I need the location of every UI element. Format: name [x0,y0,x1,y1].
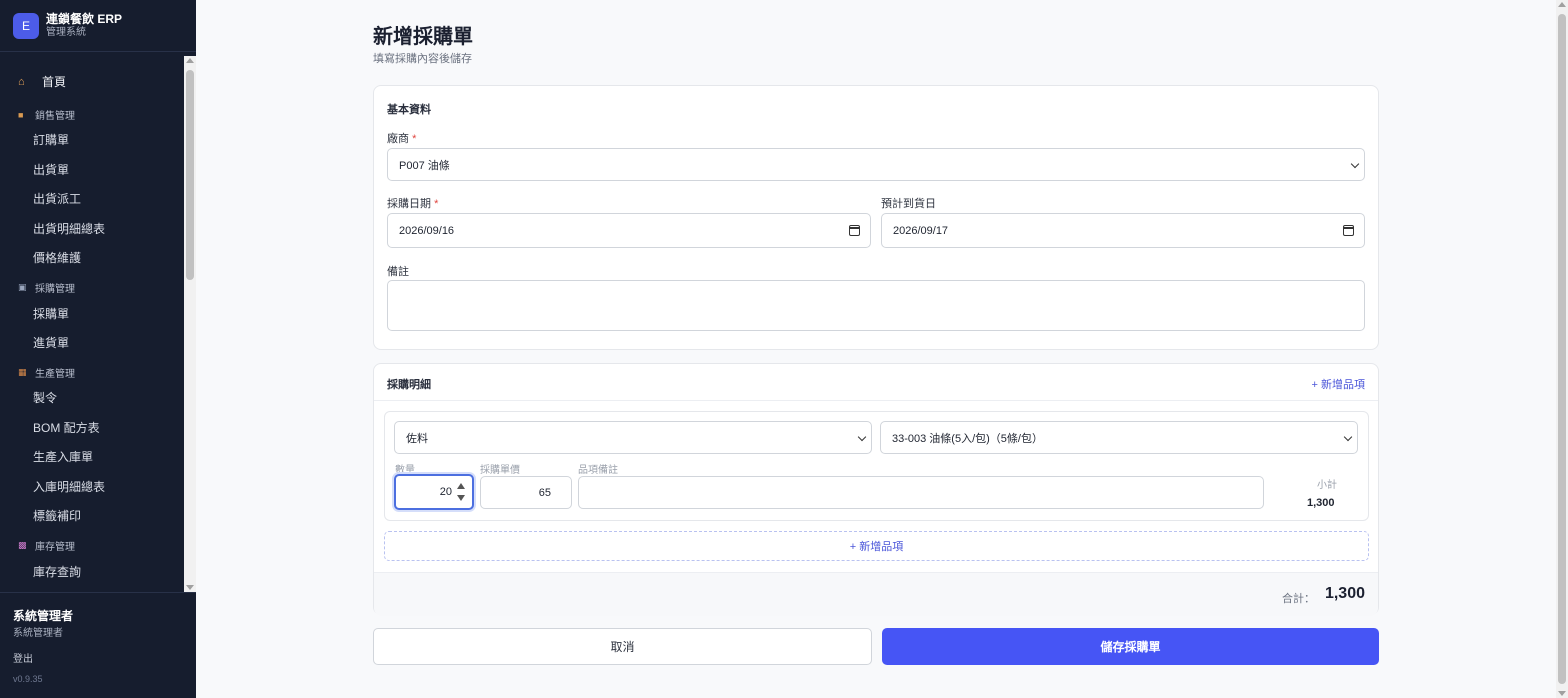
sidebar-item-bom[interactable]: BOM 配方表 [33,419,100,436]
brand-logo: E [13,12,39,39]
main-content: 新增採購單 填寫採購內容後儲存 基本資料 廠商 * P007 油條 採購日期 *… [196,0,1556,698]
detail-header: 採購明細 + 新增品項 [374,364,1378,401]
note-label: 備註 [387,266,409,278]
chevron-down-icon [1350,159,1360,168]
unit-price-label: 採購單價 [480,465,520,476]
sidebar-item-label-reprint[interactable]: 標籤補印 [33,507,81,524]
page-scrollbar[interactable] [1556,0,1568,698]
stepper-arrows-icon[interactable] [457,483,465,501]
sidebar-item-work-orders[interactable]: 製令 [33,389,57,406]
scroll-up-icon[interactable] [186,58,194,63]
sidebar-item-purchase-orders[interactable]: 採購單 [33,305,69,322]
app-subtitle: 管理系統 [46,27,86,38]
sidebar-item-home[interactable]: ⌂ 首頁 [18,73,66,90]
sidebar-item-shipments[interactable]: 出貨單 [33,161,69,178]
save-purchase-order-button[interactable]: 儲存採購單 [882,628,1379,665]
eta-date-input[interactable]: 2026/09/17 [881,213,1365,248]
sidebar-item-inventory-query[interactable]: 庫存查詢 [33,563,81,580]
unit-price-value: 65 [538,486,551,499]
purchase-date-label-text: 採購日期 [387,198,431,210]
eta-date-value: 2026/09/17 [893,224,949,237]
scroll-up-icon[interactable] [1558,2,1566,7]
sidebar-item-label: 首頁 [42,75,67,89]
sidebar-item-orders[interactable]: 訂購單 [33,131,69,148]
scrollbar-thumb[interactable] [1558,14,1566,684]
cart-icon: ▣ [18,282,27,292]
sidebar: E 連鎖餐飲 ERP 管理系統 ⌂ 首頁 ■ 銷售管理 訂購單 出貨單 出貨派工… [0,0,196,698]
total-bar: 合計： 1,300 [374,572,1378,616]
nav-group-label: 銷售管理 [35,111,75,122]
add-item-button[interactable]: + 新增品項 [384,531,1369,561]
nav-group-purchase: ▣ 採購管理 [18,280,75,295]
sidebar-item-shipment-summary[interactable]: 出貨明細總表 [33,220,105,237]
nav-group-production: ▦ 生產管理 [18,365,75,380]
basic-info-title: 基本資料 [387,104,431,116]
sidebar-item-receiving[interactable]: 進貨單 [33,334,69,351]
home-icon: ⌂ [18,75,25,88]
item-note-input[interactable] [578,476,1264,509]
calendar-icon[interactable] [849,224,860,236]
subtotal-value: 1,300 [1307,497,1335,509]
chevron-down-icon [857,432,867,441]
quantity-value: 20 [439,486,452,498]
page-title: 新增採購單 [373,26,473,48]
vendor-label-text: 廠商 [387,133,409,145]
line-item: 佐料 33-003 油條(5入/包)（5條/包） 數量 20 採購單價 65 品… [384,411,1369,521]
user-panel: 系統管理者 系統管理者 登出 v0.9.35 [0,592,196,698]
purchase-date-label: 採購日期 * [387,195,438,211]
box-icon: ■ [18,109,24,120]
purchase-detail-card: 採購明細 + 新增品項 佐料 33-003 油條(5入/包)（5條/包） 數量 … [373,363,1379,616]
logout-link[interactable]: 登出 [13,650,33,665]
total-label: 合計： [1282,593,1315,605]
required-mark: * [412,133,417,145]
category-select-value: 佐料 [406,432,428,445]
scrollbar-thumb[interactable] [186,70,194,280]
add-item-link[interactable]: + 新增品項 [1312,376,1365,392]
nav-group-sales: ■ 銷售管理 [18,107,75,123]
basic-info-card: 基本資料 廠商 * P007 油條 採購日期 * 2026/09/16 預計到貨… [373,85,1379,350]
app-version: v0.9.35 [13,674,43,684]
sidebar-item-production-receipt[interactable]: 生產入庫單 [33,448,93,465]
cancel-button[interactable]: 取消 [373,628,872,665]
sidebar-item-dispatch[interactable]: 出貨派工 [33,190,81,207]
vendor-select-value: P007 油條 [399,159,450,172]
factory-icon: ▦ [18,367,27,377]
nav-group-inventory: ▩ 庫存管理 [18,538,75,553]
eta-label: 預計到貨日 [881,198,936,210]
category-select[interactable]: 佐料 [394,421,872,454]
scroll-down-icon[interactable] [1558,691,1566,696]
chevron-down-icon [1343,432,1353,441]
nav-group-label: 庫存管理 [35,542,75,553]
brand: E 連鎖餐飲 ERP 管理系統 [0,0,196,52]
scroll-down-icon[interactable] [186,585,194,590]
quantity-stepper[interactable]: 20 [394,474,474,510]
sidebar-scrollbar[interactable] [184,56,196,592]
unit-price-input[interactable]: 65 [480,476,572,509]
required-mark: * [434,198,439,210]
nav-group-label: 採購管理 [35,284,75,295]
user-role: 系統管理者 [13,628,63,639]
vendor-select[interactable]: P007 油條 [387,148,1365,181]
calendar-icon[interactable] [1343,224,1354,236]
sidebar-item-receipt-summary[interactable]: 入庫明細總表 [33,478,105,495]
subtotal-label: 小計 [1317,480,1337,491]
sidebar-item-pricing[interactable]: 價格維護 [33,249,81,266]
purchase-date-input[interactable]: 2026/09/16 [387,213,871,248]
warehouse-icon: ▩ [18,540,27,550]
product-select[interactable]: 33-003 油條(5入/包)（5條/包） [880,421,1358,454]
total-value: 1,300 [1324,585,1365,602]
page-subtitle: 填寫採購內容後儲存 [373,53,472,65]
nav-group-label: 生產管理 [35,369,75,380]
purchase-date-value: 2026/09/16 [399,224,455,237]
app-title: 連鎖餐飲 ERP [46,12,123,26]
user-name: 系統管理者 [13,609,74,623]
sidebar-nav: ⌂ 首頁 ■ 銷售管理 訂購單 出貨單 出貨派工 出貨明細總表 價格維護 ▣ 採… [0,56,184,592]
detail-title: 採購明細 [387,379,431,391]
vendor-label: 廠商 * [387,130,416,146]
product-select-value: 33-003 油條(5入/包)（5條/包） [892,432,1043,445]
note-textarea[interactable] [387,280,1365,331]
item-note-label: 品項備註 [578,465,618,476]
